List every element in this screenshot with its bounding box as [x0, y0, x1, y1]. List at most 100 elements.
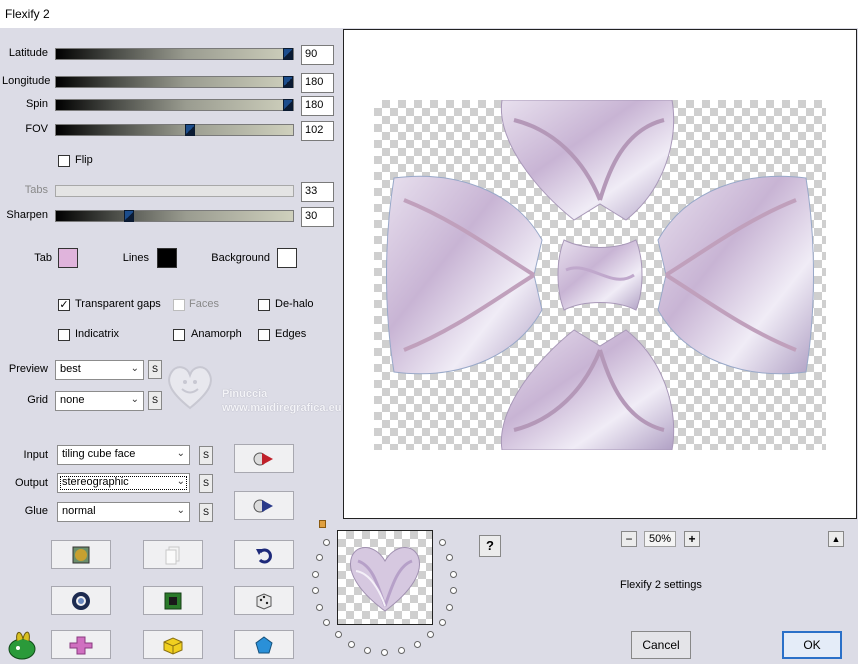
navigator-dot[interactable] — [316, 604, 323, 611]
title-bar: Flexify 2 — [0, 0, 858, 28]
glue-select[interactable]: normal ⌄ — [57, 502, 190, 522]
copy-button[interactable] — [143, 540, 203, 569]
latitude-label: Latitude — [8, 47, 48, 59]
de-halo-checkbox[interactable] — [258, 299, 270, 311]
navigator-dot[interactable] — [439, 539, 446, 546]
spin-slider-thumb[interactable] — [283, 99, 293, 111]
navigator-dot[interactable] — [348, 641, 355, 648]
navigator-dot[interactable] — [323, 539, 330, 546]
navigator-dot[interactable] — [312, 571, 319, 578]
input-s-button[interactable]: S — [199, 446, 213, 465]
spin-label: Spin — [25, 98, 48, 110]
undo-button[interactable] — [234, 540, 294, 569]
tiles-button[interactable] — [51, 630, 111, 659]
grid-s-button[interactable]: S — [148, 391, 162, 410]
longitude-slider-thumb[interactable] — [283, 76, 293, 88]
polyhedron-button[interactable] — [234, 630, 294, 659]
sharpen-value-field[interactable]: 30 — [301, 207, 334, 227]
output-select-value: stereographic — [62, 476, 129, 488]
navigator-dot[interactable] — [381, 649, 388, 656]
cube-button[interactable] — [143, 630, 203, 659]
zoom-in-button[interactable]: + — [684, 531, 700, 547]
latitude-value-field[interactable]: 90 — [301, 45, 334, 65]
fov-slider-thumb[interactable] — [185, 124, 195, 136]
edges-checkbox[interactable] — [258, 329, 270, 341]
minus-icon: − — [625, 532, 633, 546]
cross-tiles-icon — [69, 636, 93, 654]
chevron-down-icon: ⌄ — [176, 476, 185, 487]
fov-label: FOV — [25, 123, 48, 135]
frame-button[interactable] — [143, 586, 203, 615]
watermark-heart-icon — [165, 362, 215, 410]
zoom-level: 50% — [644, 531, 676, 547]
output-s-button[interactable]: S — [199, 474, 213, 493]
longitude-value-field[interactable]: 180 — [301, 73, 334, 93]
faces-checkbox[interactable] — [173, 299, 185, 311]
faces-label: Faces — [189, 298, 219, 310]
navigator-thumbnail[interactable] — [337, 530, 433, 625]
glue-s-button[interactable]: S — [199, 503, 213, 522]
input-image-button[interactable] — [234, 444, 294, 473]
navigator-dot[interactable] — [335, 631, 342, 638]
zoom-out-button[interactable]: − — [621, 531, 637, 547]
flexify-logo-icon — [5, 627, 41, 661]
ok-button[interactable]: OK — [782, 631, 842, 659]
preview-s-button[interactable]: S — [148, 360, 162, 379]
cancel-button[interactable]: Cancel — [631, 631, 691, 659]
input-label: Input — [23, 449, 48, 461]
navigator-dot[interactable] — [312, 587, 319, 594]
presets-button[interactable] — [51, 540, 111, 569]
spin-value-field[interactable]: 180 — [301, 96, 334, 116]
latitude-slider[interactable] — [55, 48, 294, 60]
watermark-url: www.maidiregrafica.eu — [222, 402, 342, 414]
output-image-button[interactable] — [234, 491, 294, 520]
preview-panel[interactable] — [343, 29, 857, 519]
preview-select[interactable]: best ⌄ — [55, 360, 144, 380]
navigator-dot[interactable] — [439, 619, 446, 626]
longitude-label: Longitude — [2, 75, 51, 87]
navigator-dot[interactable] — [446, 554, 453, 561]
tabs-slider[interactable] — [55, 185, 294, 197]
chevron-down-icon: ⌄ — [176, 448, 185, 459]
anamorph-checkbox[interactable] — [173, 329, 185, 341]
navigator-dot[interactable] — [450, 571, 457, 578]
settings-label: Flexify 2 settings — [620, 579, 702, 591]
input-select[interactable]: tiling cube face ⌄ — [57, 445, 190, 465]
preview-select-value: best — [60, 363, 81, 375]
output-label: Output — [14, 477, 48, 489]
edges-label: Edges — [275, 328, 307, 340]
indicatrix-checkbox[interactable] — [58, 329, 70, 341]
latitude-slider-thumb[interactable] — [283, 48, 293, 60]
transparent-gaps-checkbox[interactable]: ✓ — [58, 299, 70, 311]
navigator-dot[interactable] — [364, 647, 371, 654]
background-color-label: Background — [211, 252, 270, 264]
spin-slider[interactable] — [55, 99, 294, 111]
sharpen-slider[interactable] — [55, 210, 294, 222]
navigator-dot[interactable] — [450, 587, 457, 594]
help-button[interactable]: ? — [479, 535, 501, 557]
tabs-label: Tabs — [24, 184, 48, 196]
random-button[interactable] — [234, 586, 294, 615]
fov-value-field[interactable]: 102 — [301, 121, 334, 141]
collapse-button[interactable]: ▲ — [828, 531, 844, 547]
background-color-swatch[interactable] — [277, 248, 297, 268]
tabs-value-field[interactable]: 33 — [301, 182, 334, 202]
navigator-dot[interactable] — [316, 554, 323, 561]
navigator-dot[interactable] — [323, 619, 330, 626]
navigator-dot[interactable] — [427, 631, 434, 638]
undo-icon — [256, 548, 272, 563]
navigator-dot[interactable] — [398, 647, 405, 654]
frame-icon — [164, 592, 182, 609]
flip-checkbox[interactable] — [58, 155, 70, 167]
flower-render-icon — [386, 99, 814, 451]
navigator-dot[interactable] — [414, 641, 421, 648]
lines-color-swatch[interactable] — [157, 248, 177, 268]
sharpen-slider-thumb[interactable] — [124, 210, 134, 222]
grid-select[interactable]: none ⌄ — [55, 391, 144, 411]
navigator-dot[interactable] — [446, 604, 453, 611]
fov-slider[interactable] — [55, 124, 294, 136]
output-select[interactable]: stereographic ⌄ — [57, 473, 190, 493]
tab-color-swatch[interactable] — [58, 248, 78, 268]
longitude-slider[interactable] — [55, 76, 294, 88]
ring-button[interactable] — [51, 586, 111, 615]
